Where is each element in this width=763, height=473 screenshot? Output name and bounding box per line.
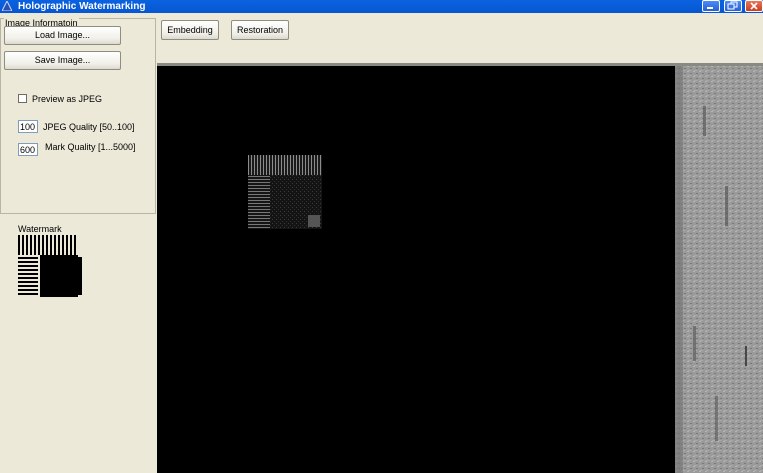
watermark-label: Watermark [18,224,62,234]
minimize-icon [707,7,713,9]
embedding-button[interactable]: Embedding [161,20,219,40]
jpeg-quality-label: JPEG Quality [50..100] [43,122,135,132]
app-icon [2,1,12,11]
close-button[interactable] [745,0,763,12]
mark-quality-label: Mark Quality [1...5000] [45,142,136,152]
watermark-image [18,235,82,299]
image-info-group: Image Informatoin [0,18,156,214]
hologram-preview [248,155,322,229]
window-title: Holographic Watermarking [18,1,146,12]
maximize-icon [727,1,738,10]
title-bar[interactable]: Holographic Watermarking [0,0,763,13]
image-canvas[interactable] [157,66,763,473]
texture-strip [675,66,763,473]
close-icon [750,2,758,10]
restoration-button[interactable]: Restoration [231,20,289,40]
preview-jpeg-checkbox[interactable] [18,94,27,103]
save-image-button[interactable]: Save Image... [4,51,121,70]
mark-quality-input[interactable] [18,143,38,156]
jpeg-quality-input[interactable] [18,120,38,133]
app-window: Holographic Watermarking Image Informato… [0,0,763,473]
maximize-button[interactable] [724,0,742,12]
load-image-button[interactable]: Load Image... [4,26,121,45]
minimize-button[interactable] [702,0,720,12]
preview-jpeg-label: Preview as JPEG [32,94,103,104]
